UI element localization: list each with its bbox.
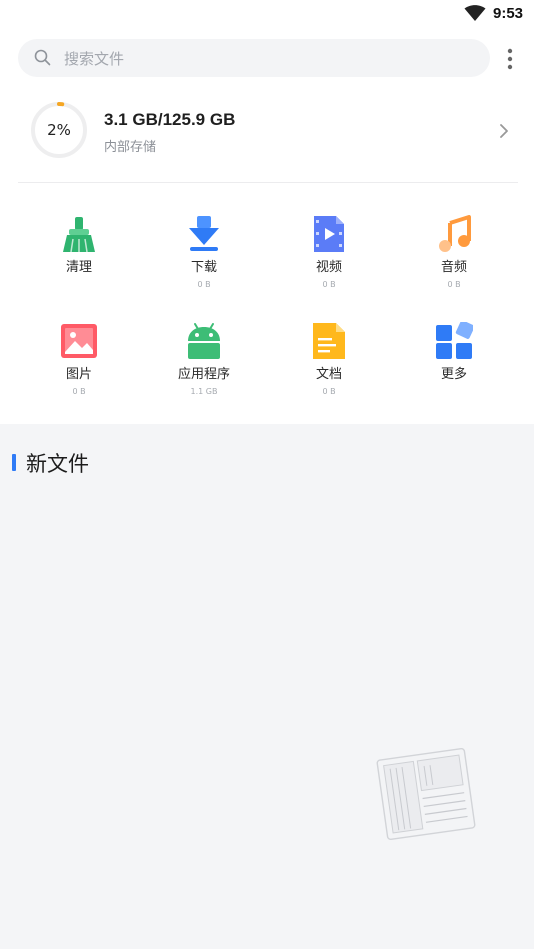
category-size: 0 B xyxy=(322,387,336,396)
storage-label: 内部存储 xyxy=(104,140,157,155)
section-accent-bar xyxy=(12,454,16,471)
broom-icon xyxy=(63,217,95,253)
category-apps[interactable]: 应用程序 1.1 GB xyxy=(144,322,264,397)
category-clean[interactable]: 清理 xyxy=(19,215,139,276)
category-label: 视频 xyxy=(315,260,342,275)
android-icon xyxy=(188,323,220,359)
category-download[interactable]: 下载 0 B xyxy=(144,215,264,290)
category-video[interactable]: 视频 0 B xyxy=(269,215,389,290)
category-size: 1.1 GB xyxy=(190,387,218,396)
category-size: 0 B xyxy=(322,280,336,289)
category-image[interactable]: 图片 0 B xyxy=(19,322,139,397)
search-input[interactable]: 搜索文件 xyxy=(18,39,490,77)
category-audio[interactable]: 音频 0 B xyxy=(394,215,514,290)
category-label: 音频 xyxy=(440,260,467,275)
search-placeholder: 搜索文件 xyxy=(64,50,125,68)
category-size: 0 B xyxy=(447,280,461,289)
new-files-title: 新文件 xyxy=(26,452,89,476)
top-panel: 9:53 搜索文件 2% 3.1 GB/125.9 GB 内部存储 清理 下载 … xyxy=(0,0,534,424)
image-icon xyxy=(61,324,97,358)
grid-more-icon xyxy=(436,322,473,359)
more-vert-icon[interactable] xyxy=(500,46,520,72)
internal-storage-card[interactable]: 2% 3.1 GB/125.9 GB 内部存储 xyxy=(0,96,534,168)
category-more[interactable]: 更多 xyxy=(394,322,514,383)
category-label: 清理 xyxy=(65,260,92,275)
chevron-right-icon xyxy=(500,124,508,138)
empty-folder-illustration xyxy=(376,747,476,841)
status-time: 9:53 xyxy=(493,5,524,22)
document-icon xyxy=(313,323,345,359)
storage-size: 3.1 GB/125.9 GB xyxy=(104,110,236,129)
divider xyxy=(18,182,518,183)
video-file-icon xyxy=(314,216,344,252)
category-size: 0 B xyxy=(197,280,211,289)
category-size: 0 B xyxy=(72,387,86,396)
download-icon xyxy=(189,216,219,251)
category-documents[interactable]: 文档 0 B xyxy=(269,322,389,397)
category-label: 应用程序 xyxy=(177,367,230,382)
wifi-icon xyxy=(464,5,486,21)
search-icon xyxy=(34,49,51,66)
status-bar: 9:53 xyxy=(0,0,534,30)
category-label: 更多 xyxy=(440,367,467,382)
category-label: 文档 xyxy=(315,367,342,382)
category-label: 图片 xyxy=(65,367,92,382)
storage-percent: 2% xyxy=(47,121,71,139)
music-note-icon xyxy=(439,215,471,252)
category-label: 下载 xyxy=(190,260,217,275)
